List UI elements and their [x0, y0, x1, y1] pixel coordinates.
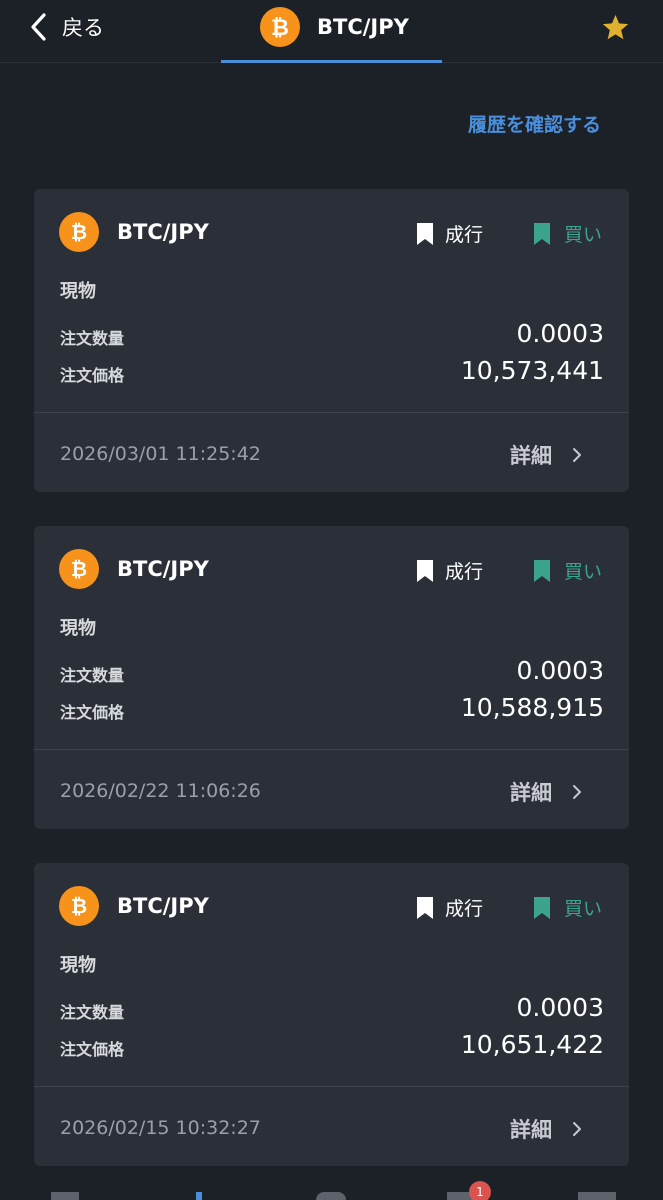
nav-item-chart[interactable]	[196, 1192, 202, 1200]
order-side-label: 買い	[564, 898, 603, 920]
bitcoin-icon: ₿	[59, 212, 99, 252]
order-side-label: 買い	[564, 561, 603, 583]
detail-label: 詳細	[510, 1118, 552, 1142]
order-side-label: 買い	[564, 224, 603, 246]
header: 戻る ₿ BTC/JPY	[0, 0, 663, 63]
order-pair: BTC/JPY	[117, 894, 209, 918]
chevron-right-icon	[573, 1122, 581, 1136]
order-side-tag: 買い	[532, 220, 602, 247]
order-datetime: 2026/02/15 10:32:27	[60, 1117, 261, 1139]
back-button[interactable]: 戻る	[28, 10, 104, 44]
svg-text:₿: ₿	[71, 894, 87, 918]
back-label: 戻る	[62, 16, 104, 40]
product-type: 現物	[60, 618, 96, 639]
price-value: 10,588,915	[460, 693, 604, 722]
bookmark-icon	[417, 222, 433, 245]
product-type: 現物	[60, 281, 96, 302]
detail-button[interactable]: 詳細	[510, 777, 582, 807]
order-pair: BTC/JPY	[117, 557, 209, 581]
order-type-tag: 成行	[415, 894, 483, 921]
nav-item-portfolio[interactable]	[316, 1192, 346, 1200]
price-value: 10,651,422	[460, 1030, 604, 1059]
price-value: 10,573,441	[460, 356, 604, 385]
chevron-right-icon	[573, 448, 581, 462]
active-tab-indicator	[221, 60, 442, 63]
price-label: 注文価格	[60, 703, 125, 722]
bookmark-icon	[534, 896, 550, 919]
order-type-tag: 成行	[415, 557, 483, 584]
bitcoin-icon: ₿	[59, 886, 99, 926]
card-divider	[34, 412, 629, 413]
card-divider	[34, 749, 629, 750]
svg-text:₿: ₿	[71, 220, 87, 244]
order-card[interactable]: ₿ BTC/JPY 成行 買い 現物 注文数量 0.0003 注文価格 10,5…	[34, 526, 629, 829]
notification-badge: 1	[469, 1181, 491, 1200]
header-title-group: ₿ BTC/JPY	[260, 7, 409, 47]
quantity-value: 0.0003	[516, 993, 604, 1022]
order-datetime: 2026/02/22 11:06:26	[60, 780, 261, 802]
quantity-label: 注文数量	[60, 329, 125, 348]
bookmark-icon	[534, 222, 550, 245]
svg-text:₿: ₿	[271, 16, 289, 40]
product-type: 現物	[60, 955, 96, 976]
bitcoin-icon: ₿	[59, 549, 99, 589]
page-title: BTC/JPY	[317, 15, 409, 39]
detail-label: 詳細	[510, 444, 552, 468]
svg-text:₿: ₿	[71, 557, 87, 581]
order-history-screen: 戻る ₿ BTC/JPY 履歴を確認する ₿ BTC/JPY 成行 買い 現物 …	[0, 0, 663, 1200]
order-type-label: 成行	[445, 224, 484, 246]
detail-button[interactable]: 詳細	[510, 440, 582, 470]
chevron-right-icon	[573, 785, 581, 799]
chevron-left-icon	[31, 13, 46, 41]
order-card[interactable]: ₿ BTC/JPY 成行 買い 現物 注文数量 0.0003 注文価格 10,5…	[34, 189, 629, 492]
order-side-tag: 買い	[532, 894, 602, 921]
nav-item-menu[interactable]	[51, 1192, 79, 1200]
order-pair: BTC/JPY	[117, 220, 209, 244]
detail-label: 詳細	[510, 781, 552, 805]
bottom-navigation	[0, 1180, 663, 1200]
price-label: 注文価格	[60, 366, 125, 385]
quantity-label: 注文数量	[60, 666, 125, 685]
order-type-label: 成行	[445, 561, 484, 583]
detail-button[interactable]: 詳細	[510, 1114, 582, 1144]
order-type-label: 成行	[445, 898, 484, 920]
order-datetime: 2026/03/01 11:25:42	[60, 443, 261, 465]
quantity-value: 0.0003	[516, 319, 604, 348]
star-icon[interactable]	[601, 13, 630, 42]
quantity-label: 注文数量	[60, 1003, 125, 1022]
bookmark-icon	[534, 559, 550, 582]
order-side-tag: 買い	[532, 557, 602, 584]
order-type-tag: 成行	[415, 220, 483, 247]
price-label: 注文価格	[60, 1040, 125, 1059]
view-history-link[interactable]: 履歴を確認する	[468, 110, 601, 137]
card-divider	[34, 1086, 629, 1087]
bookmark-icon	[417, 896, 433, 919]
order-card[interactable]: ₿ BTC/JPY 成行 買い 現物 注文数量 0.0003 注文価格 10,6…	[34, 863, 629, 1166]
nav-item-other[interactable]	[578, 1192, 616, 1200]
quantity-value: 0.0003	[516, 656, 604, 685]
bitcoin-icon: ₿	[260, 7, 300, 47]
bookmark-icon	[417, 559, 433, 582]
